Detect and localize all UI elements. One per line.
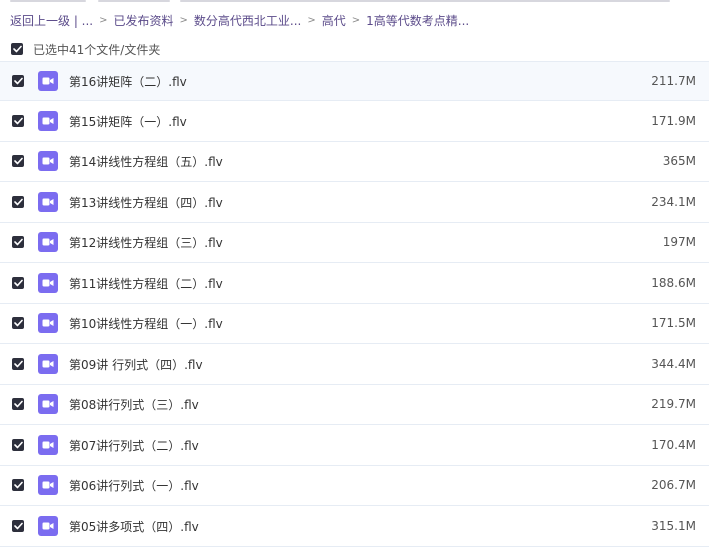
file-size: 234.1M (651, 194, 696, 209)
file-name[interactable]: 第12讲线性方程组（三）.flv (69, 234, 223, 251)
file-size: 170.4M (651, 437, 696, 452)
file-checkbox[interactable] (12, 398, 24, 410)
file-name[interactable]: 第10讲线性方程组（一）.flv (69, 315, 223, 332)
file-name[interactable]: 第15讲矩阵（一）.flv (69, 113, 187, 130)
strip-segment (180, 0, 670, 2)
strip-segment (10, 0, 86, 2)
video-file-icon (38, 515, 58, 536)
file-checkbox[interactable] (12, 195, 24, 208)
video-file-icon (38, 313, 58, 333)
file-row[interactable]: 第15讲矩阵（一）.flv 171.9M (0, 102, 709, 142)
file-size: 171.9M (651, 113, 696, 128)
file-checkbox[interactable] (12, 155, 24, 167)
file-name[interactable]: 第06讲行列式（一）.flv (69, 477, 199, 494)
video-file-icon (38, 272, 58, 293)
file-checkbox[interactable] (12, 479, 24, 491)
video-file-icon (38, 394, 58, 414)
file-row[interactable]: 第14讲线性方程组（五）.flv 365M (0, 142, 709, 182)
file-checkbox[interactable] (12, 236, 24, 248)
file-row[interactable]: 第16讲矩阵（二）.flv 211.7M (0, 61, 709, 101)
checkmark-icon (13, 279, 23, 286)
file-checkbox[interactable] (12, 357, 24, 370)
video-file-icon (38, 434, 58, 455)
checkmark-icon (13, 117, 23, 124)
file-size: 315.1M (651, 518, 696, 533)
file-checkbox[interactable] (12, 438, 24, 451)
checkmark-icon (13, 238, 23, 246)
file-row[interactable]: 第09讲 行列式（四）.flv 344.4M (0, 345, 709, 385)
file-size: 206.7M (651, 478, 696, 492)
checkmark-icon (13, 360, 23, 367)
breadcrumb-separator: > (99, 14, 108, 26)
file-row[interactable]: 第05讲多项式（四）.flv 315.1M (0, 507, 709, 547)
file-name[interactable]: 第11讲线性方程组（二）.flv (69, 275, 223, 292)
breadcrumb-separator: > (179, 14, 188, 26)
checkmark-icon (13, 157, 23, 165)
file-row[interactable]: 第13讲线性方程组（四）.flv 234.1M (0, 183, 709, 223)
video-file-icon (38, 151, 58, 171)
video-file-icon (38, 110, 58, 131)
breadcrumb-separator: > (351, 14, 361, 26)
file-name[interactable]: 第09讲 行列式（四）.flv (69, 356, 203, 373)
selection-count-label: 已选中41个文件/文件夹 (33, 42, 161, 57)
file-size: 171.5M (651, 316, 696, 330)
file-checkbox[interactable] (12, 317, 24, 329)
file-name[interactable]: 第13讲线性方程组（四）.flv (69, 194, 223, 211)
file-name[interactable]: 第07讲行列式（二）.flv (69, 437, 199, 454)
breadcrumb-item-current[interactable]: 1高等代数考点精... (366, 12, 469, 29)
file-size: 219.7M (651, 397, 696, 411)
file-size: 365M (662, 154, 696, 168)
file-checkbox[interactable] (12, 519, 24, 532)
file-size: 197M (662, 235, 696, 249)
checkmark-icon (12, 45, 22, 53)
breadcrumb: 返回上一级 | ... > 已发布资料 > 数分高代西北工业... > 高代 >… (10, 11, 469, 29)
select-all-checkbox[interactable] (11, 43, 23, 55)
file-row[interactable]: 第07讲行列式（二）.flv 170.4M (0, 426, 709, 466)
file-size: 344.4M (651, 356, 696, 371)
breadcrumb-back-link[interactable]: 返回上一级 | ... (10, 12, 93, 29)
checkmark-icon (13, 77, 23, 85)
video-file-icon (38, 71, 58, 91)
file-row[interactable]: 第08讲行列式（三）.flv 219.7M (0, 385, 709, 425)
file-row[interactable]: 第10讲线性方程组（一）.flv 171.5M (0, 304, 709, 344)
checkmark-icon (13, 400, 23, 408)
file-name[interactable]: 第14讲线性方程组（五）.flv (69, 153, 223, 170)
file-name[interactable]: 第16讲矩阵（二）.flv (69, 73, 187, 90)
video-file-icon (38, 475, 58, 495)
breadcrumb-separator: > (307, 14, 316, 26)
file-name[interactable]: 第05讲多项式（四）.flv (69, 518, 199, 535)
select-all-bar: 已选中41个文件/文件夹 (11, 41, 160, 57)
video-file-icon (38, 353, 58, 374)
breadcrumb-item-folder[interactable]: 数分高代西北工业... (194, 12, 301, 29)
breadcrumb-item-published[interactable]: 已发布资料 (114, 12, 174, 29)
checkmark-icon (13, 522, 23, 529)
file-size: 188.6M (651, 275, 696, 290)
video-file-icon (38, 232, 58, 252)
file-size: 211.7M (651, 74, 696, 88)
top-scroll-strip (0, 0, 709, 3)
file-name[interactable]: 第08讲行列式（三）.flv (69, 396, 199, 413)
file-checkbox[interactable] (12, 75, 24, 87)
strip-segment (98, 0, 170, 2)
file-row[interactable]: 第06讲行列式（一）.flv 206.7M (0, 466, 709, 506)
video-file-icon (38, 191, 58, 212)
breadcrumb-item-subfolder[interactable]: 高代 (322, 12, 346, 29)
file-row[interactable]: 第12讲线性方程组（三）.flv 197M (0, 223, 709, 263)
checkmark-icon (13, 198, 23, 205)
file-row[interactable]: 第11讲线性方程组（二）.flv 188.6M (0, 264, 709, 304)
checkmark-icon (13, 481, 23, 489)
checkmark-icon (13, 441, 23, 448)
file-checkbox[interactable] (12, 114, 24, 127)
file-checkbox[interactable] (12, 276, 24, 289)
checkmark-icon (13, 319, 23, 327)
